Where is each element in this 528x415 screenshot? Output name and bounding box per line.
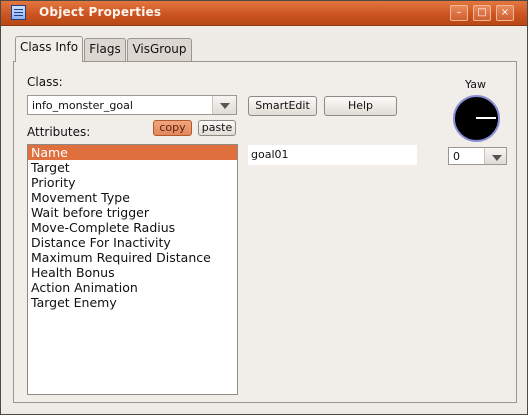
- list-item[interactable]: Maximum Required Distance: [28, 250, 237, 265]
- tab-flags[interactable]: Flags: [84, 38, 126, 61]
- yaw-dial[interactable]: [453, 95, 500, 142]
- chevron-down-icon[interactable]: [484, 148, 506, 164]
- yaw-combobox[interactable]: 0: [448, 147, 507, 165]
- list-item[interactable]: Movement Type: [28, 190, 237, 205]
- class-combobox[interactable]: info_monster_goal: [27, 95, 237, 115]
- window-title: Object Properties: [39, 5, 162, 19]
- list-item[interactable]: Target: [28, 160, 237, 175]
- minimize-icon[interactable]: –: [450, 5, 468, 21]
- maximize-icon[interactable]: □: [473, 5, 491, 21]
- tab-visgroup[interactable]: VisGroup: [127, 38, 192, 61]
- class-label: Class:: [27, 75, 63, 89]
- list-item[interactable]: Health Bonus: [28, 265, 237, 280]
- list-item[interactable]: Priority: [28, 175, 237, 190]
- list-item[interactable]: Name: [28, 145, 237, 160]
- chevron-down-icon[interactable]: [212, 96, 236, 114]
- list-item[interactable]: Move-Complete Radius: [28, 220, 237, 235]
- class-value: info_monster_goal: [32, 99, 133, 112]
- attributes-listbox[interactable]: Name Target Priority Movement Type Wait …: [27, 144, 238, 395]
- title-bar[interactable]: Object Properties – □ ×: [1, 1, 527, 26]
- app-window-icon: [11, 5, 26, 20]
- list-item[interactable]: Wait before trigger: [28, 205, 237, 220]
- smartedit-button[interactable]: SmartEdit: [248, 96, 317, 116]
- help-button[interactable]: Help: [324, 96, 397, 116]
- yaw-value: 0: [453, 150, 460, 163]
- list-item[interactable]: Target Enemy: [28, 295, 237, 310]
- list-item[interactable]: Action Animation: [28, 280, 237, 295]
- object-properties-window: Object Properties – □ × Class Info Flags…: [0, 0, 528, 415]
- attribute-value-field[interactable]: goal01: [248, 145, 417, 165]
- list-item[interactable]: Distance For Inactivity: [28, 235, 237, 250]
- copy-button[interactable]: copy: [153, 120, 192, 136]
- close-icon[interactable]: ×: [496, 5, 514, 21]
- attributes-label: Attributes:: [27, 125, 91, 139]
- paste-button[interactable]: paste: [198, 120, 236, 136]
- yaw-needle-icon: [476, 117, 496, 119]
- tab-class-info[interactable]: Class Info: [15, 36, 83, 62]
- yaw-label: Yaw: [465, 78, 486, 91]
